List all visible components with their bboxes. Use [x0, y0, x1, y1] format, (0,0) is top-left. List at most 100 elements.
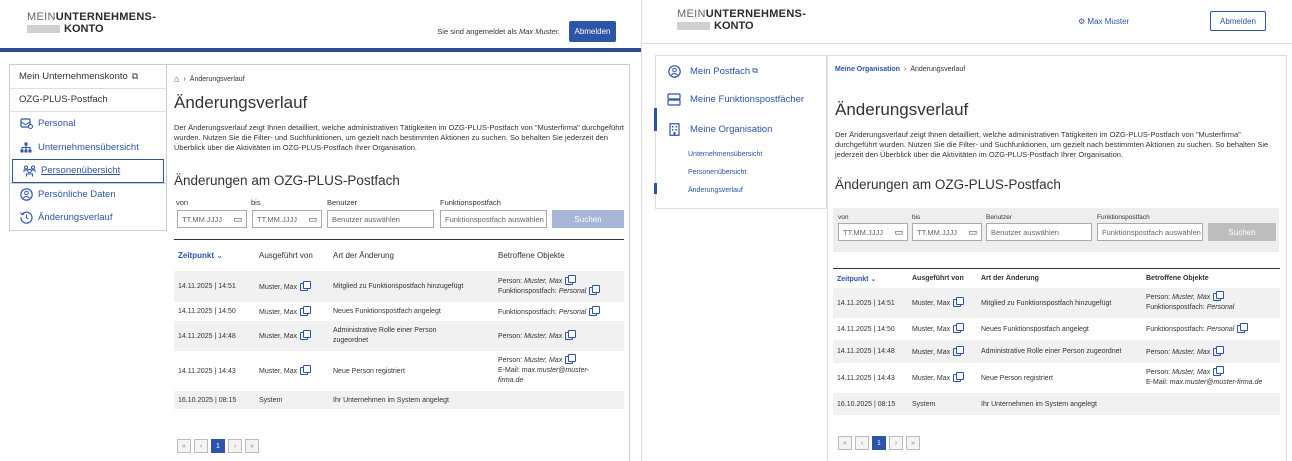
first-page-button[interactable]: « — [177, 439, 191, 453]
nav-mein-postfach[interactable]: Mein Postfach ⧉ — [666, 64, 758, 78]
chevron-down-icon: ⌄ — [214, 251, 223, 260]
from-date-input[interactable]: TT.MM.JJJJ ▭ — [838, 223, 908, 241]
subnav-aenderungsverlauf[interactable]: Änderungsverlauf — [688, 187, 743, 194]
calendar-icon[interactable]: ▭ — [308, 214, 317, 225]
copy-icon[interactable] — [953, 323, 965, 333]
sidebar-item-persoenliche-daten[interactable]: Persönliche Daten — [10, 182, 166, 207]
cell-by-text: Muster, Max — [259, 308, 298, 316]
chevron-right-icon: › — [183, 75, 186, 83]
copy-icon[interactable] — [1213, 366, 1225, 377]
calendar-icon[interactable]: ▭ — [233, 214, 242, 225]
sidebar-item-aenderungsverlauf[interactable]: Änderungsverlauf — [10, 206, 166, 230]
col-time[interactable]: Zeitpunkt ⌄ — [833, 275, 908, 283]
cell-time: 14.11.2025 | 14:48 — [178, 332, 236, 340]
breadcrumb-root[interactable]: Meine Organisation — [835, 66, 900, 73]
logout-button[interactable]: Abmelden — [1210, 11, 1266, 31]
last-page-button[interactable]: » — [245, 439, 259, 453]
user-placeholder: Benutzer auswählen — [991, 227, 1059, 237]
copy-icon[interactable] — [300, 305, 312, 316]
copy-icon[interactable] — [565, 330, 577, 340]
sidebar-item-mein-unternehmenskonto[interactable]: Mein Unternehmenskonto ⧉ — [10, 65, 166, 89]
copy-icon[interactable] — [589, 284, 601, 295]
next-page-button[interactable]: › — [889, 436, 903, 450]
from-date-input[interactable]: TT.MM.JJJJ ▭ — [177, 210, 247, 228]
search-button[interactable]: Suchen — [552, 210, 624, 228]
user-label: Benutzer — [327, 198, 358, 207]
cell-kind: Neue Person registriert — [333, 367, 405, 375]
logo[interactable]: MEINUNTERNEHMENS- KONTO — [27, 11, 156, 35]
left-header: MEINUNTERNEHMENS- KONTO Sie sind angemel… — [0, 0, 641, 52]
logout-button[interactable]: Abmelden — [569, 21, 616, 42]
sidebar-item-personal[interactable]: Personal — [10, 112, 166, 136]
to-date-placeholder: TT.MM.JJJJ — [917, 227, 957, 237]
chevron-right-icon: › — [903, 66, 907, 73]
pagination: « ‹ 1 › » — [177, 439, 259, 453]
fp-select[interactable]: Funktionspostfach auswählen — [1097, 223, 1203, 241]
col-time[interactable]: Zeitpunkt ⌄ — [174, 251, 255, 260]
main-content: ⌂ › Änderungsverlauf Änderungsverlauf De… — [167, 64, 630, 461]
col-objects: Betroffene Objekte — [1146, 275, 1209, 282]
next-page-button[interactable]: › — [228, 439, 242, 453]
cell-by: Muster, Max — [908, 323, 977, 333]
copy-icon[interactable] — [300, 330, 312, 340]
signed-in-prefix: Sie sind angemeldet als — [437, 27, 520, 36]
copy-icon[interactable] — [565, 354, 577, 365]
prev-page-button[interactable]: ‹ — [194, 439, 208, 453]
to-date-input[interactable]: TT.MM.JJJJ ▭ — [912, 223, 982, 241]
copy-icon[interactable] — [589, 305, 601, 316]
sidebar-item-unternehmensuebersicht[interactable]: Unternehmensübersicht — [10, 136, 166, 160]
to-label: bis — [912, 214, 921, 221]
sidebar-item-label: Personal — [38, 118, 76, 130]
obj-value: Personal — [1206, 304, 1235, 311]
from-date-placeholder: TT.MM.JJJJ — [843, 227, 883, 237]
external-link-icon: ⧉ — [752, 66, 758, 75]
user-menu[interactable]: ⚙ Max Muster — [1078, 17, 1129, 26]
fp-select[interactable]: Funktionspostfach auswählen — [440, 210, 547, 228]
cell-by: Muster, Max — [908, 297, 977, 307]
logo[interactable]: MEINUNTERNEHMENS- KONTO — [677, 8, 806, 32]
obj-prefix: Person: — [498, 332, 525, 340]
copy-icon[interactable] — [1213, 291, 1225, 302]
sidebar-item-personenuebersicht[interactable]: Personenübersicht — [12, 159, 164, 183]
nav-meine-organisation[interactable]: Meine Organisation — [666, 122, 772, 136]
copy-icon[interactable] — [565, 274, 577, 285]
user-select[interactable]: Benutzer auswählen — [327, 210, 434, 228]
sidebar-group-title[interactable]: OZG-PLUS-Postfach — [10, 89, 166, 112]
obj-prefix: Person: — [498, 277, 525, 285]
obj-prefix: E-Mail: — [1146, 379, 1170, 386]
copy-icon[interactable] — [953, 297, 965, 307]
calendar-icon[interactable]: ▭ — [894, 227, 903, 238]
page-intro: Der Änderungsverlauf zeigt Ihnen detaill… — [835, 130, 1269, 159]
obj-value: Personal — [558, 308, 587, 316]
first-page-button[interactable]: « — [838, 436, 852, 450]
subnav-personenuebersicht[interactable]: Personenübersicht — [688, 169, 746, 176]
cell-objects: Person: Muster, Max Funktionspostfach: Pe… — [494, 274, 624, 297]
copy-icon[interactable] — [953, 345, 965, 356]
subnav-unternehmensuebersicht[interactable]: Unternehmensübersicht — [688, 151, 762, 158]
user-select[interactable]: Benutzer auswählen — [986, 223, 1092, 241]
page-button-current[interactable]: 1 — [872, 436, 886, 450]
last-page-button[interactable]: » — [906, 436, 920, 450]
cell-time: 14.11.2025 | 14:48 — [837, 348, 895, 355]
copy-icon[interactable] — [300, 280, 312, 291]
copy-icon[interactable] — [953, 372, 965, 382]
copy-icon[interactable] — [300, 365, 312, 375]
calendar-icon[interactable]: ▭ — [968, 227, 977, 238]
nav-meine-funktionspostfaecher[interactable]: Meine Funktionspostfächer — [666, 92, 804, 106]
copy-icon[interactable] — [1213, 345, 1225, 356]
cell-kind: Neues Funktionspostfach angelegt — [981, 325, 1089, 333]
search-button[interactable]: Suchen — [1208, 223, 1276, 241]
logo-bar — [677, 22, 710, 30]
page-button-current[interactable]: 1 — [211, 439, 225, 453]
obj-prefix: Person: — [1146, 369, 1173, 376]
cell-by-text: Muster, Max — [912, 299, 951, 307]
cell-kind: Neues Funktionspostfach angelegt — [333, 308, 441, 315]
prev-page-button[interactable]: ‹ — [855, 436, 869, 450]
logo-text-thin: MEIN — [27, 11, 56, 23]
home-icon[interactable]: ⌂ — [174, 74, 179, 84]
copy-icon[interactable] — [1237, 323, 1249, 333]
to-date-input[interactable]: TT.MM.JJJJ ▭ — [252, 210, 322, 228]
obj-prefix: Person: — [1146, 294, 1173, 301]
breadcrumb: Meine Organisation › Änderungsverlauf — [835, 66, 965, 73]
cell-by: Muster, Max — [255, 365, 329, 375]
